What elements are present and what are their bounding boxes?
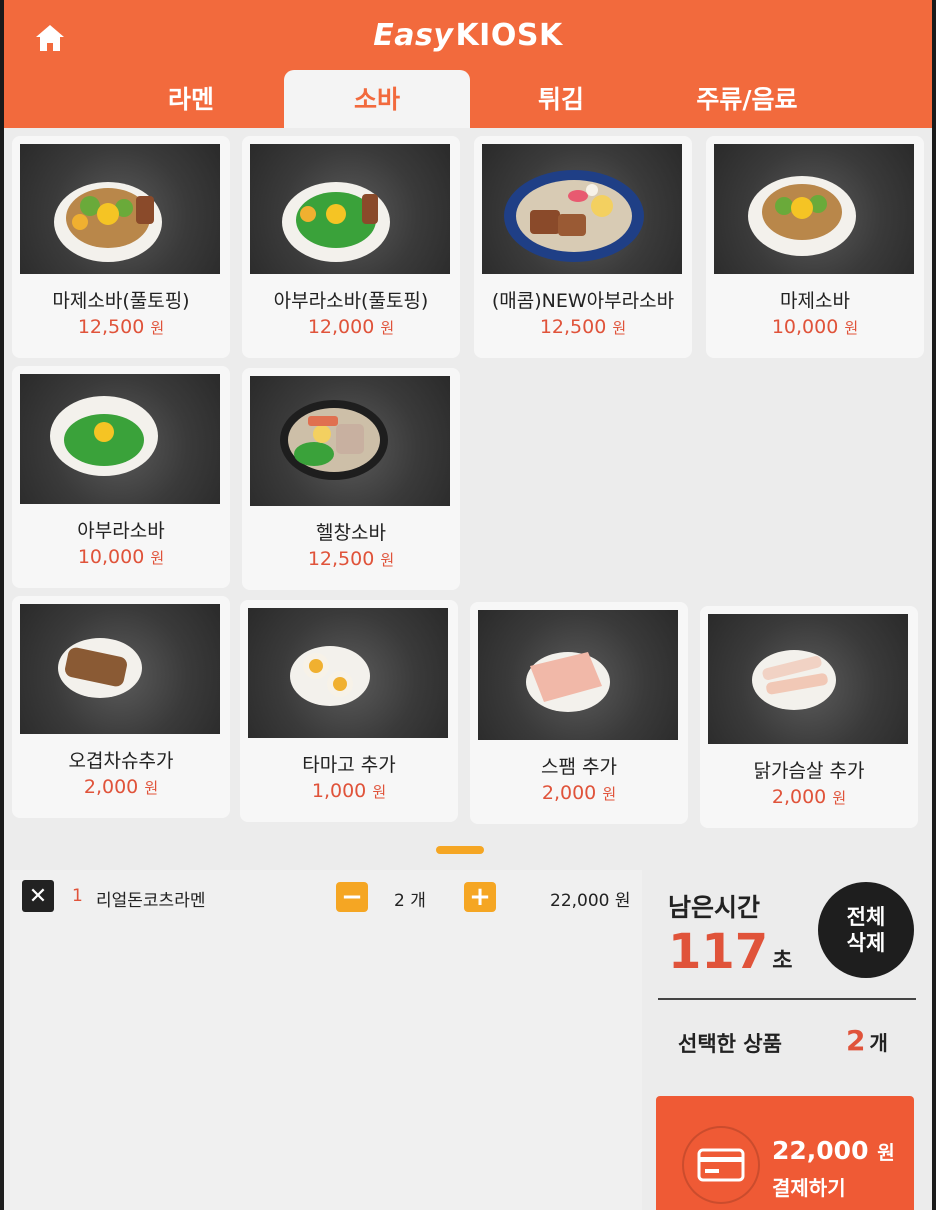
menu-price: 2,000 원: [541, 782, 617, 804]
clear-all-button[interactable]: 전체 삭제: [818, 882, 914, 978]
cart-item-index: 1: [72, 886, 83, 906]
menu-photo: [250, 376, 450, 506]
pay-amount: 22,000 원: [772, 1136, 895, 1165]
menu-name: 마제소바(풀토핑): [52, 290, 190, 312]
menu-price: 12,500 원: [307, 548, 395, 570]
menu-card[interactable]: 아부라소바(풀토핑) 12,000 원: [242, 136, 460, 358]
timer-label: 남은시간: [668, 893, 761, 922]
tab-ramen[interactable]: 라멘: [98, 70, 284, 128]
drawer-handle[interactable]: [436, 846, 484, 854]
menu-card[interactable]: (매콤)NEW아부라소바 12,500 원: [474, 136, 692, 358]
menu-photo: [708, 614, 908, 744]
menu-photo: [250, 144, 450, 274]
menu-photo: [20, 374, 220, 504]
menu-price: 10,000 원: [771, 316, 859, 338]
cart-item-price: 22,000 원: [550, 891, 631, 911]
tab-soba[interactable]: 소바: [284, 70, 470, 128]
menu-card[interactable]: 닭가슴살 추가 2,000 원: [700, 606, 918, 828]
close-icon: ✕: [28, 883, 48, 909]
menu-name: 오겹차슈추가: [68, 750, 174, 772]
cart-list: ✕ 1 리얼돈코츠라멘 − 2 개 + 22,000 원: [10, 870, 642, 1210]
plus-icon: +: [469, 882, 491, 912]
menu-name: 아부라소바(풀토핑): [273, 290, 429, 312]
cart-item-quantity: 2 개: [394, 891, 426, 911]
menu-price: 10,000 원: [77, 546, 165, 568]
menu-name: 닭가슴살 추가: [753, 760, 865, 782]
menu-photo: [248, 608, 448, 738]
menu-card[interactable]: 마제소바(풀토핑) 12,500 원: [12, 136, 230, 358]
menu-photo: [20, 144, 220, 274]
menu-price: 12,000 원: [307, 316, 395, 338]
selected-items-label: 선택한 상품: [678, 1032, 782, 1056]
pay-label: 결제하기: [772, 1176, 846, 1200]
order-summary: 남은시간 117 초 전체 삭제 선택한 상품 2개 22,000 원 결제하기: [654, 870, 922, 1210]
menu-price: 12,500 원: [539, 316, 627, 338]
decrease-quantity-button[interactable]: −: [336, 882, 368, 912]
menu-price: 2,000 원: [83, 776, 159, 798]
menu-photo: [714, 144, 914, 274]
menu-photo: [482, 144, 682, 274]
cart-item-name: 리얼돈코츠라멘: [96, 891, 206, 911]
increase-quantity-button[interactable]: +: [464, 882, 496, 912]
category-tabs: 라멘 소바 튀김 주류/음료: [4, 70, 932, 128]
brand-logo: EasyKIOSK: [373, 18, 563, 53]
menu-photo: [478, 610, 678, 740]
card-icon: [682, 1126, 760, 1204]
menu-name: 마제소바: [780, 290, 850, 312]
remove-item-button[interactable]: ✕: [22, 880, 54, 912]
menu-name: 아부라소바: [77, 520, 165, 542]
menu-card[interactable]: 헬창소바 12,500 원: [242, 368, 460, 590]
timer-value: 117 초: [668, 924, 793, 980]
divider: [658, 998, 916, 1000]
menu-name: (매콤)NEW아부라소바: [491, 290, 675, 312]
menu-card[interactable]: 마제소바 10,000 원: [706, 136, 924, 358]
menu-card[interactable]: 스팸 추가 2,000 원: [470, 602, 688, 824]
menu-card[interactable]: 타마고 추가 1,000 원: [240, 600, 458, 822]
menu-name: 스팸 추가: [541, 756, 617, 778]
menu-name: 타마고 추가: [302, 754, 396, 776]
menu-price: 2,000 원: [771, 786, 847, 808]
header: EasyKIOSK 라멘 소바 튀김 주류/음료: [4, 0, 932, 128]
selected-items-count: 2개: [846, 1024, 888, 1057]
menu-price: 12,500 원: [77, 316, 165, 338]
kiosk-screen: EasyKIOSK 라멘 소바 튀김 주류/음료 마제소바(풀토핑) 12,50…: [4, 0, 932, 1210]
menu-card[interactable]: 오겹차슈추가 2,000 원: [12, 596, 230, 818]
menu-name: 헬창소바: [316, 522, 386, 544]
tab-fried[interactable]: 튀김: [468, 70, 654, 128]
minus-icon: −: [341, 882, 363, 912]
menu-grid: 마제소바(풀토핑) 12,500 원 아부라소바(풀토핑) 12,000 원 (…: [4, 128, 932, 828]
menu-price: 1,000 원: [311, 780, 387, 802]
tab-drinks[interactable]: 주류/음료: [654, 70, 840, 128]
cart-item: ✕ 1 리얼돈코츠라멘 − 2 개 + 22,000 원: [22, 880, 632, 914]
menu-photo: [20, 604, 220, 734]
pay-button[interactable]: 22,000 원 결제하기: [656, 1096, 914, 1210]
menu-card[interactable]: 아부라소바 10,000 원: [12, 366, 230, 588]
